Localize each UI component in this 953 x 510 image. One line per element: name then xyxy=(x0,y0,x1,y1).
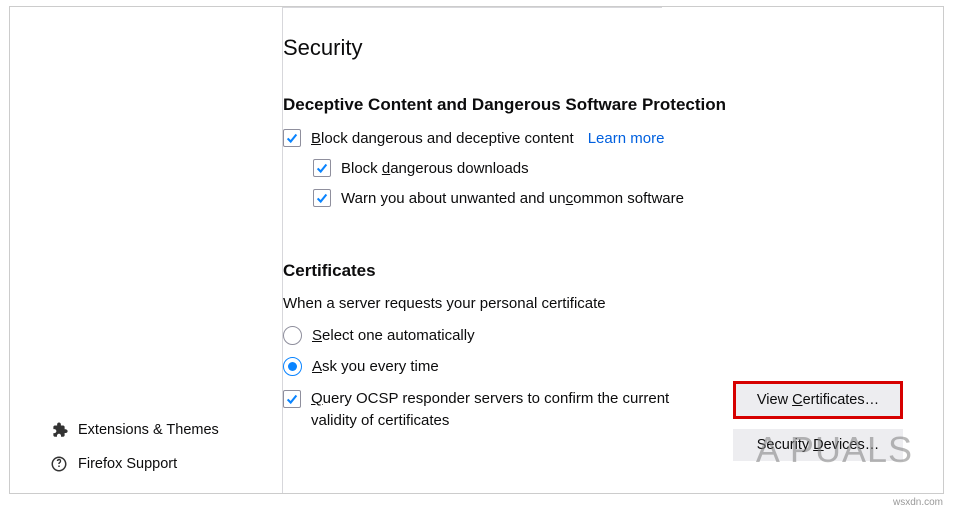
checkbox-row-block-deceptive[interactable]: Block dangerous and deceptive content Le… xyxy=(283,129,915,147)
heading-deceptive: Deceptive Content and Dangerous Software… xyxy=(283,95,915,115)
sidebar-item-extensions[interactable]: Extensions & Themes xyxy=(50,421,219,439)
radio-ask-every-time[interactable] xyxy=(283,357,302,376)
puzzle-icon xyxy=(50,421,68,439)
checkbox-warn-uncommon[interactable] xyxy=(313,189,331,207)
radio-row-select-auto[interactable]: Select one automatically xyxy=(283,326,915,345)
checkbox-row-ocsp[interactable]: Query OCSP responder servers to confirm … xyxy=(283,388,713,432)
label-block-deceptive: Block dangerous and deceptive content xyxy=(311,130,574,147)
checkbox-row-block-downloads[interactable]: Block dangerous downloads xyxy=(313,159,915,177)
checkbox-row-warn-uncommon[interactable]: Warn you about unwanted and uncommon sof… xyxy=(313,189,915,207)
link-learn-more[interactable]: Learn more xyxy=(588,130,665,147)
security-devices-button[interactable]: Security Devices… xyxy=(733,429,903,461)
question-icon xyxy=(50,455,68,473)
radio-select-auto[interactable] xyxy=(283,326,302,345)
sidebar-item-support[interactable]: Firefox Support xyxy=(50,455,219,473)
radio-row-ask-every-time[interactable]: Ask you every time xyxy=(283,357,915,376)
heading-certificates: Certificates xyxy=(283,261,915,281)
checkbox-block-deceptive[interactable] xyxy=(283,129,301,147)
checkbox-ocsp[interactable] xyxy=(283,390,301,408)
sidebar-label-support: Firefox Support xyxy=(78,456,177,472)
checkbox-block-downloads[interactable] xyxy=(313,159,331,177)
label-block-downloads: Block dangerous downloads xyxy=(341,160,529,177)
label-cert-desc: When a server requests your personal cer… xyxy=(283,295,915,312)
label-select-auto: Select one automatically xyxy=(312,327,475,344)
sidebar-label-extensions: Extensions & Themes xyxy=(78,422,219,438)
label-ask-every-time: Ask you every time xyxy=(312,358,439,375)
label-warn-uncommon: Warn you about unwanted and uncommon sof… xyxy=(341,190,684,207)
section-title-security: Security xyxy=(283,35,915,61)
view-certificates-button[interactable]: View Certificates… xyxy=(733,381,903,419)
label-ocsp: Query OCSP responder servers to confirm … xyxy=(311,388,713,432)
credit-text: wsxdn.com xyxy=(893,497,943,508)
